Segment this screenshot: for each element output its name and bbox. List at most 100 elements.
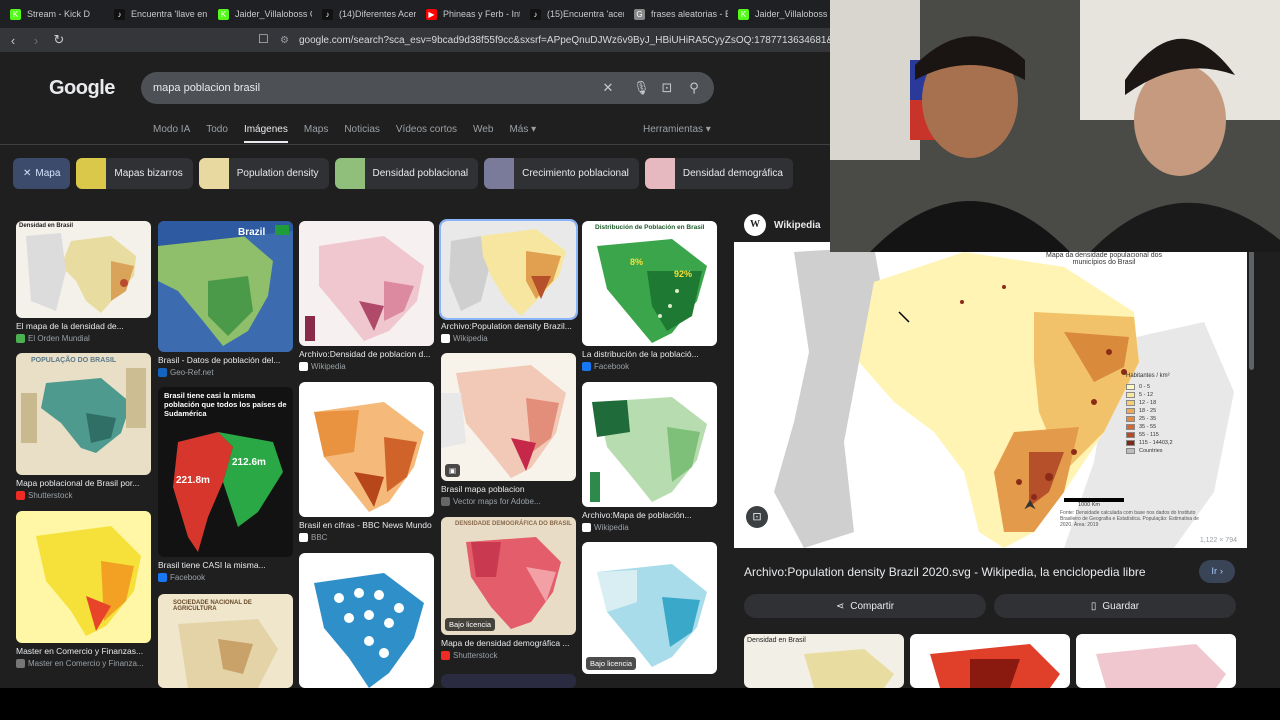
result-card[interactable]: POPULAÇÃO DO BRASIL Mapa poblacional de …: [16, 353, 151, 500]
search-tab[interactable]: Noticias: [344, 124, 380, 143]
result-image[interactable]: SOCIEDADE NACIONAL DE AGRICULTURA: [158, 594, 293, 688]
filter-chip[interactable]: Densidad demográfica: [644, 158, 793, 189]
browser-tab[interactable]: Gfrases aleatorias - B: [624, 0, 728, 28]
result-image[interactable]: [299, 221, 434, 346]
result-image[interactable]: [299, 382, 434, 517]
result-source: Shutterstock: [16, 491, 151, 500]
result-card[interactable]: Bajo licencia: [582, 542, 717, 674]
result-image[interactable]: Brazil: [158, 221, 293, 352]
browser-tab[interactable]: ♪ Encuentra 'llave en: [104, 0, 208, 28]
result-image[interactable]: DENSIDADE DEMOGRÁFICA DO BRASIL Bajo lic…: [441, 517, 576, 635]
result-card[interactable]: DENSIDADE DEMOGRÁFICA DO BRASIL Bajo lic…: [441, 517, 576, 660]
browser-tab[interactable]: ♪ (15)Encuentra 'acer: [520, 0, 624, 28]
result-title[interactable]: Archivo:Population density Brazil...: [441, 321, 576, 331]
result-title[interactable]: Master en Comercio y Finanzas...: [16, 646, 151, 656]
result-card[interactable]: [441, 674, 576, 688]
site-info-icon[interactable]: ⚙: [280, 35, 289, 46]
result-title[interactable]: Archivo:Densidad de poblacion d...: [299, 349, 434, 359]
search-tab[interactable]: Todo: [206, 124, 228, 143]
result-title[interactable]: Mapa de densidad demográfica ...: [441, 638, 576, 648]
related-image[interactable]: Densidad en Brasil: [744, 634, 904, 688]
remove-filter-icon[interactable]: ✕: [23, 168, 31, 179]
microphone-icon[interactable]: 🎙: [633, 80, 650, 96]
related-image[interactable]: [1076, 634, 1236, 688]
search-box[interactable]: ✕ 🎙 ⊡ ⚲: [141, 72, 714, 104]
tab-label: Phineas y Ferb - Int: [443, 9, 520, 19]
search-tab[interactable]: Web: [473, 124, 493, 143]
back-icon[interactable]: ‹: [3, 33, 23, 48]
url-field[interactable]: ⚙ google.com/search?sca_esv=9bcad9d38f55…: [280, 31, 830, 49]
result-card[interactable]: Master en Comercio y Finanzas... Master …: [16, 511, 151, 668]
related-image[interactable]: [910, 634, 1070, 688]
result-card[interactable]: [299, 553, 434, 688]
result-source: Vector maps for Adobe...: [441, 497, 576, 506]
visit-button[interactable]: Ir ›: [1199, 560, 1235, 583]
result-title[interactable]: La distribución de la població...: [582, 349, 717, 359]
result-image[interactable]: [16, 511, 151, 643]
panel-source[interactable]: W Wikipedia: [744, 214, 821, 236]
preview-image[interactable]: Mapa da densidade populacional dos munic…: [734, 242, 1247, 548]
forward-icon[interactable]: ›: [26, 33, 46, 48]
result-image[interactable]: ▣: [441, 353, 576, 481]
result-card[interactable]: Brasil tiene casi la misma población que…: [158, 387, 293, 582]
lens-search-button[interactable]: ⊡: [746, 506, 768, 528]
result-card[interactable]: Densidad en Brasil El mapa de la densida…: [16, 221, 151, 343]
chip-label: Densidad demográfica: [682, 168, 783, 179]
result-title[interactable]: El mapa de la densidad de...: [16, 321, 151, 331]
result-card-selected[interactable]: Archivo:Population density Brazil... Wik…: [439, 219, 578, 343]
search-tab[interactable]: Vídeos cortos: [396, 124, 457, 143]
result-card[interactable]: Brasil en cifras - BBC News Mundo BBC: [299, 382, 434, 542]
result-card[interactable]: Archivo:Densidad de poblacion d... Wikip…: [299, 221, 434, 371]
result-title[interactable]: Brasil mapa poblacion: [441, 484, 576, 494]
result-image[interactable]: [441, 674, 576, 688]
search-icon[interactable]: ⚲: [686, 80, 702, 96]
browser-tab[interactable]: ▶ Phineas y Ferb - Int: [416, 0, 520, 28]
clear-icon[interactable]: ✕: [600, 80, 616, 96]
result-title[interactable]: Brasil - Datos de población del...: [158, 355, 293, 365]
site-favicon: [441, 497, 450, 506]
search-input[interactable]: [153, 72, 583, 104]
result-image[interactable]: Distribución de Población en Brasil 8% 9…: [582, 221, 717, 346]
filter-chip[interactable]: ✕ Mapa: [13, 158, 71, 189]
browser-tab[interactable]: K Stream - Kick D: [0, 0, 104, 28]
panel-title[interactable]: Archivo:Population density Brazil 2020.s…: [744, 565, 1184, 579]
share-button[interactable]: ⋖ Compartir: [744, 594, 986, 618]
result-title[interactable]: Archivo:Mapa de población...: [582, 510, 717, 520]
filter-chip[interactable]: Population density: [198, 158, 329, 189]
browser-tab[interactable]: ♪ (14)Diferentes Acer: [312, 0, 416, 28]
scrollbar[interactable]: [1249, 250, 1254, 370]
search-tab[interactable]: Maps: [304, 124, 328, 143]
result-image[interactable]: [439, 219, 578, 320]
browser-tab[interactable]: K Jaider_Villaloboss C: [208, 0, 312, 28]
lens-icon[interactable]: ⊡: [659, 80, 675, 96]
browser-tab[interactable]: K Jaider_Villaloboss C: [728, 0, 830, 28]
search-tab[interactable]: Más ▾: [509, 124, 536, 143]
result-image[interactable]: Densidad en Brasil: [16, 221, 151, 318]
result-image[interactable]: Brasil tiene casi la misma población que…: [158, 387, 293, 557]
search-tab[interactable]: Imágenes: [243, 124, 288, 143]
filter-chip[interactable]: Densidad poblacional: [334, 158, 479, 189]
result-image[interactable]: POPULAÇÃO DO BRASIL: [16, 353, 151, 475]
filter-chip[interactable]: Mapas bizarros: [76, 158, 193, 189]
google-logo[interactable]: Google: [49, 77, 115, 100]
result-card[interactable]: Archivo:Mapa de población... Wikipedia: [582, 382, 717, 532]
result-card[interactable]: ▣ Brasil mapa poblacion Vector maps for …: [441, 353, 576, 506]
result-image[interactable]: [299, 553, 434, 688]
search-tab[interactable]: Modo IA: [153, 124, 190, 143]
filter-chip[interactable]: Crecimiento poblacional: [484, 158, 639, 189]
reload-icon[interactable]: ↻: [49, 32, 69, 48]
result-card[interactable]: Brazil Brasil - Datos de población del..…: [158, 221, 293, 377]
legend-swatch: [1126, 400, 1135, 406]
legend-swatch: [1126, 392, 1135, 398]
bookmark-icon[interactable]: ☐: [258, 32, 269, 46]
result-card[interactable]: Distribución de Población en Brasil 8% 9…: [582, 221, 717, 371]
result-card[interactable]: SOCIEDADE NACIONAL DE AGRICULTURA: [158, 594, 293, 688]
tools-button[interactable]: Herramientas ▾: [643, 124, 711, 135]
result-image[interactable]: [582, 382, 717, 507]
result-title[interactable]: Brasil en cifras - BBC News Mundo: [299, 520, 434, 530]
result-title[interactable]: Mapa poblacional de Brasil por...: [16, 478, 151, 488]
bookmark-icon: ▯: [1090, 600, 1097, 612]
result-title[interactable]: Brasil tiene CASI la misma...: [158, 560, 293, 570]
save-button[interactable]: ▯ Guardar: [994, 594, 1236, 618]
result-image[interactable]: Bajo licencia: [582, 542, 717, 674]
